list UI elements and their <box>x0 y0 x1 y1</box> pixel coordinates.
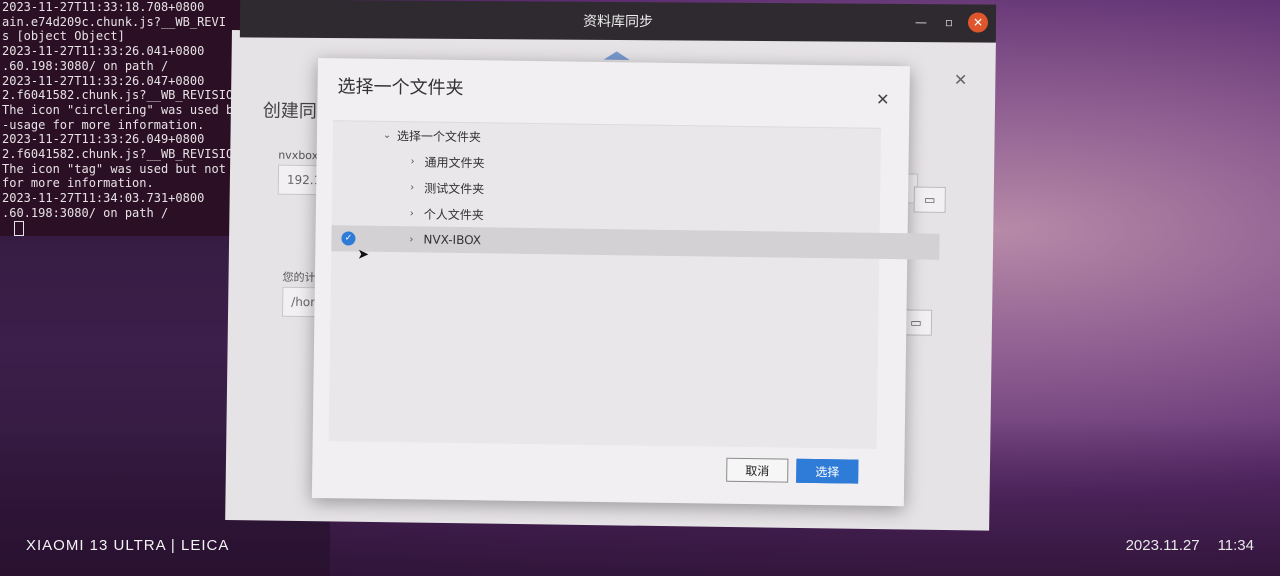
window-title: 资料库同步 <box>582 13 654 31</box>
terminal-line: for more information. <box>2 176 154 191</box>
photo-date: 2023.11.27 <box>1125 537 1200 554</box>
dialog-title: 选择一个文件夹 <box>337 76 464 100</box>
terminal-cursor-line[interactable] <box>0 220 248 236</box>
chevron-right-icon: › <box>410 155 415 167</box>
select-button[interactable]: 选择 <box>796 458 859 484</box>
terminal-line: 2023-11-27T11:33:26.041+0800 <box>2 44 205 59</box>
terminal-line: ain.e74d209c.chunk.js?__WB_REVI <box>2 14 226 29</box>
check-circle-icon: ✓ <box>341 231 356 246</box>
minimize-icon[interactable]: — <box>912 13 930 31</box>
window-close-icon[interactable]: ✕ <box>954 70 968 89</box>
tree-item-label: NVX-IBOX <box>423 232 482 248</box>
terminal-window: 2023-11-27T11:33:18.708+0800 ain.e74d209… <box>0 0 248 236</box>
close-icon[interactable]: ✕ <box>967 12 989 33</box>
terminal-line: .60.198:3080/ on path / <box>2 205 169 220</box>
terminal-line: 2023-11-27T11:33:26.049+0800 <box>2 132 205 147</box>
tree-item-label: 测试文件夹 <box>424 180 485 196</box>
chevron-right-icon: › <box>409 233 414 245</box>
terminal-line: The icon "circlering" was used b <box>2 102 234 117</box>
terminal-line: 2023-11-27T11:33:26.047+0800 <box>2 73 205 88</box>
terminal-line: .60.198:3080/ on path / <box>2 58 169 73</box>
chevron-right-icon: › <box>410 181 415 193</box>
maximize-icon[interactable]: ▫ <box>940 13 958 31</box>
photo-time: 11:34 <box>1217 537 1254 554</box>
folder-icon: ▭ <box>910 315 922 330</box>
chevron-down-icon: ⌄ <box>382 129 392 141</box>
chevron-right-icon: › <box>409 207 414 219</box>
terminal-line: The icon "tag" was used but not <box>2 161 226 176</box>
photo-timestamp: 2023.11.27 11:34 <box>1126 537 1254 554</box>
terminal-line: -usage for more information. <box>2 117 205 132</box>
terminal-line: 2.f6041582.chunk.js?__WB_REVISIO <box>2 88 234 103</box>
cancel-button[interactable]: 取消 <box>726 457 789 483</box>
terminal-line: 2.f6041582.chunk.js?__WB_REVISIO <box>2 147 234 162</box>
dialog-close-icon[interactable]: ✕ <box>876 90 890 109</box>
tree-item-label: 通用文件夹 <box>424 154 485 170</box>
camera-watermark: XIAOMI 13 ULTRA | LEICA <box>26 537 230 554</box>
folder-tree: ⌄ 选择一个文件夹 › 通用文件夹 › 测试文件夹 › 个人文件夹 ✓ › NV… <box>328 120 940 449</box>
mouse-pointer-icon: ➤ <box>357 246 370 263</box>
terminal-line: s [object Object] <box>2 29 125 44</box>
tree-item-label: 选择一个文件夹 <box>396 128 482 144</box>
terminal-line: 2023-11-27T11:34:03.731+0800 <box>2 191 205 206</box>
window-titlebar[interactable]: 资料库同步 — ▫ ✕ <box>239 0 997 43</box>
terminal-line: 2023-11-27T11:33:18.708+0800 <box>2 0 205 14</box>
tree-item-label: 个人文件夹 <box>423 206 484 222</box>
terminal-cursor <box>14 220 24 236</box>
folder-picker-dialog: 选择一个文件夹 ✕ ⌄ 选择一个文件夹 › 通用文件夹 › 测试文件夹 › 个人… <box>311 58 940 507</box>
